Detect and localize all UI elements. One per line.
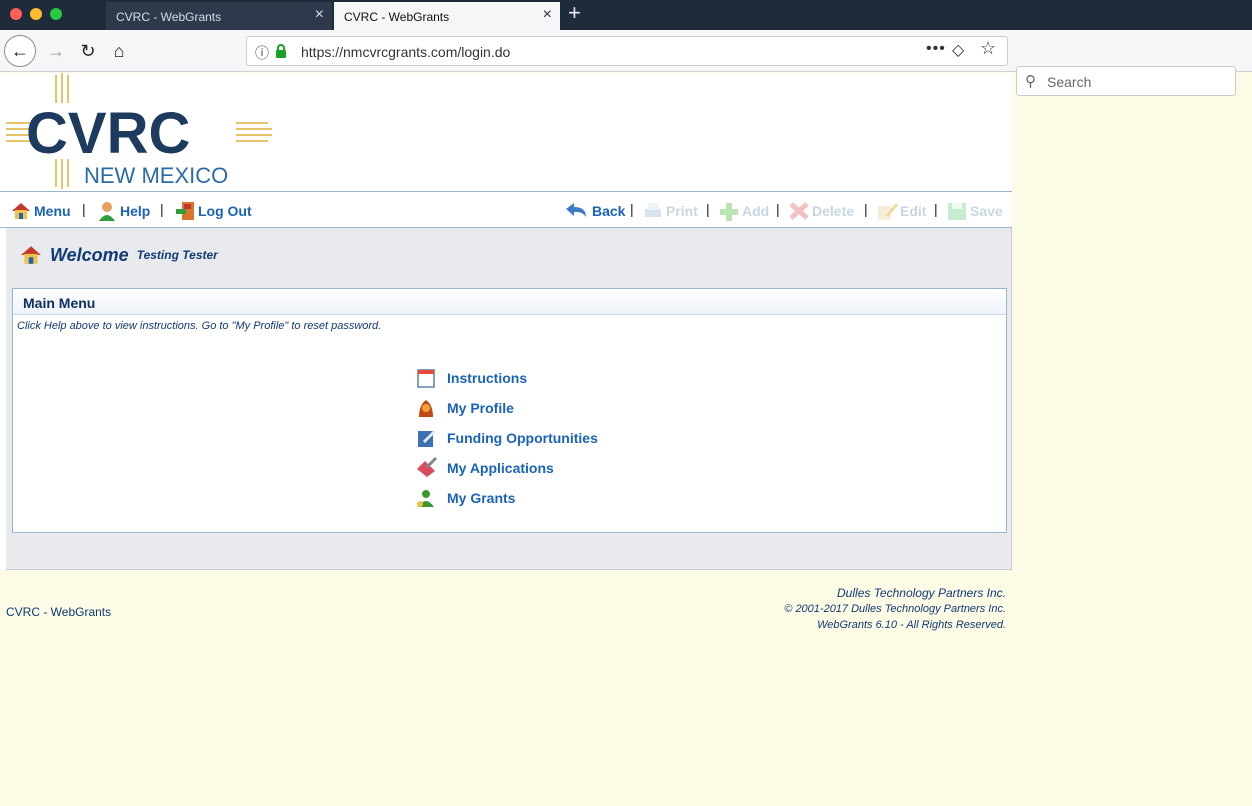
menu-item-instructions[interactable]: Instructions	[415, 363, 598, 393]
close-window-button[interactable]	[10, 8, 22, 20]
menu-label: Menu	[34, 203, 71, 219]
separator: |	[706, 201, 710, 217]
footer-copyright: © 2001-2017 Dulles Technology Partners I…	[784, 603, 1006, 615]
url-bar[interactable]: ⓘ https://nmcvrcgrants.com/login.do	[246, 36, 1008, 66]
add-icon	[720, 203, 738, 221]
main-menu-list: Instructions My Profile Funding Opportun…	[415, 363, 598, 513]
footer-credits: Dulles Technology Partners Inc. © 2001-2…	[784, 586, 1006, 635]
help-label: Help	[120, 203, 151, 219]
url-text: https://nmcvrcgrants.com/login.do	[301, 44, 511, 60]
logo-text: CVRC	[26, 101, 190, 166]
edit-icon	[878, 203, 898, 220]
menu-link[interactable]: Menu	[10, 201, 71, 221]
print-button[interactable]: Print	[642, 201, 698, 221]
user-name: Testing Tester	[136, 248, 218, 262]
menu-item-label: My Grants	[447, 490, 516, 506]
save-button[interactable]: Save	[946, 201, 1003, 221]
save-icon	[948, 203, 966, 220]
separator: |	[864, 201, 868, 217]
browser-tab-2[interactable]: CVRC - WebGrants ×	[334, 2, 560, 30]
delete-label: Delete	[812, 203, 855, 219]
print-icon	[645, 203, 661, 217]
browser-search-input[interactable]: ⚲ Search	[1016, 66, 1236, 96]
delete-icon	[789, 202, 809, 220]
menu-item-my-applications[interactable]: My Applications	[415, 453, 598, 483]
calendar-icon	[417, 369, 435, 388]
tab-title: CVRC - WebGrants	[344, 10, 450, 24]
main-menu-instructions: Click Help above to view instructions. G…	[17, 320, 382, 332]
menu-item-label: Funding Opportunities	[447, 430, 598, 446]
back-link[interactable]: Back	[564, 201, 625, 221]
web-page: CVRC NEW MEXICO Menu | Help | Log Out Ba…	[0, 73, 1012, 570]
help-link[interactable]: Help	[96, 201, 150, 221]
menu-item-label: My Profile	[447, 400, 514, 416]
separator: |	[630, 201, 634, 217]
content-area: Welcome Testing Tester Main Menu Click H…	[6, 228, 1012, 570]
welcome-heading: Welcome Testing Tester	[18, 244, 218, 266]
main-menu-panel: Main Menu Click Help above to view instr…	[12, 288, 1007, 533]
house-icon	[21, 246, 41, 264]
browser-tab-bar: CVRC - WebGrants × CVRC - WebGrants × +	[0, 0, 1252, 30]
reload-icon[interactable]: ↻	[76, 36, 100, 66]
close-icon[interactable]: ×	[543, 7, 552, 23]
page-actions-icon[interactable]: •••	[926, 40, 946, 58]
person-help-icon	[99, 202, 115, 221]
back-arrow-icon	[566, 203, 586, 217]
minimize-window-button[interactable]	[30, 8, 42, 20]
footer-version: WebGrants 6.10 - All Rights Reserved.	[817, 619, 1006, 631]
info-icon[interactable]: ⓘ	[255, 43, 269, 63]
delete-button[interactable]: Delete	[788, 201, 854, 221]
back-label: Back	[592, 203, 626, 219]
menu-item-my-grants[interactable]: My Grants	[415, 483, 598, 513]
profile-icon	[419, 400, 433, 417]
close-icon[interactable]: ×	[315, 7, 324, 23]
new-tab-icon[interactable]: +	[568, 2, 581, 24]
house-icon	[12, 203, 30, 219]
menu-item-label: Instructions	[447, 370, 528, 386]
funding-icon	[418, 430, 436, 447]
welcome-word: Welcome	[50, 244, 129, 265]
logout-door-icon	[176, 202, 194, 220]
logout-label: Log Out	[198, 203, 252, 219]
maximize-window-button[interactable]	[50, 8, 62, 20]
tab-title: CVRC - WebGrants	[116, 10, 222, 24]
separator: |	[776, 201, 780, 217]
main-menu-title: Main Menu	[13, 289, 1006, 315]
grants-icon	[417, 490, 434, 507]
pocket-icon[interactable]: ◇	[952, 40, 964, 60]
toolbar: Menu | Help | Log Out Back | Print | Add…	[0, 191, 1012, 228]
edit-button[interactable]: Edit	[876, 201, 926, 221]
add-label: Add	[742, 203, 770, 219]
logout-link[interactable]: Log Out	[174, 201, 252, 221]
bookmark-star-icon[interactable]: ☆	[980, 38, 996, 59]
menu-item-label: My Applications	[447, 460, 554, 476]
browser-nav-bar: ← → ↻ ⌂ ⓘ https://nmcvrcgrants.com/login…	[0, 30, 1252, 96]
home-icon[interactable]: ⌂	[106, 36, 132, 66]
menu-item-funding-opportunities[interactable]: Funding Opportunities	[415, 423, 598, 453]
browser-tab-1[interactable]: CVRC - WebGrants ×	[106, 2, 332, 30]
applications-icon	[417, 457, 437, 477]
add-button[interactable]: Add	[718, 201, 769, 221]
search-icon: ⚲	[1025, 73, 1036, 90]
browser-forward-icon[interactable]: →	[44, 36, 68, 66]
separator: |	[934, 201, 938, 217]
print-label: Print	[666, 203, 698, 219]
edit-label: Edit	[900, 203, 927, 219]
save-label: Save	[970, 203, 1003, 219]
browser-back-icon[interactable]: ←	[4, 35, 36, 67]
separator: |	[82, 201, 86, 217]
menu-item-my-profile[interactable]: My Profile	[415, 393, 598, 423]
footer-company: Dulles Technology Partners Inc.	[837, 586, 1006, 600]
footer-app-name: CVRC - WebGrants	[6, 605, 112, 619]
logo-subtext: NEW MEXICO	[84, 163, 228, 188]
lock-icon	[276, 44, 286, 58]
cvrc-logo: CVRC NEW MEXICO	[6, 73, 272, 189]
search-placeholder: Search	[1047, 74, 1092, 90]
separator: |	[160, 201, 164, 217]
